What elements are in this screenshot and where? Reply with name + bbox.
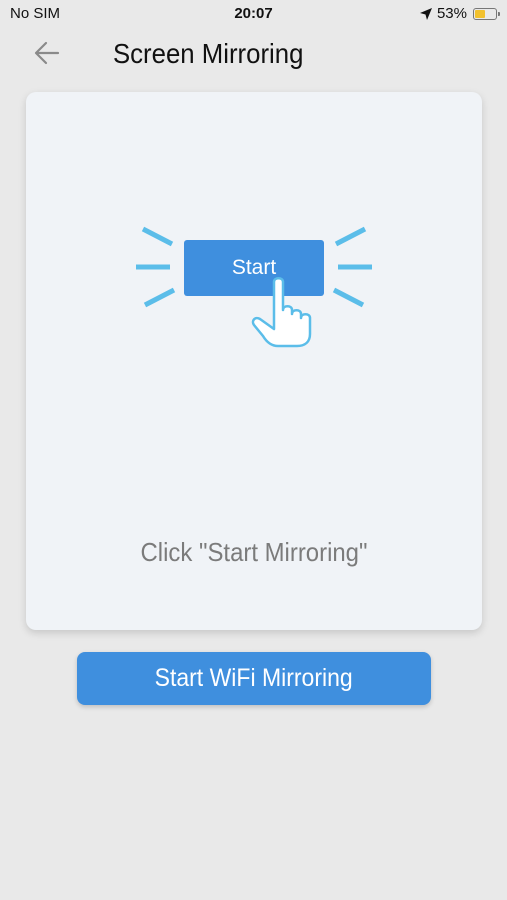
- start-wifi-mirroring-label: Start WiFi Mirroring: [154, 664, 354, 692]
- instruction-text: Click "Start Mirroring": [140, 537, 368, 567]
- status-right-group: 53%: [419, 5, 500, 22]
- arrow-left-icon: [34, 41, 60, 65]
- page-title: Screen Mirroring: [113, 38, 304, 69]
- battery-percent: 53%: [436, 5, 467, 22]
- location-arrow-icon: [419, 7, 432, 20]
- battery-tip: [498, 11, 500, 16]
- tap-hand-icon: [251, 277, 312, 348]
- instruction-card: Start Click "Start Mirroring": [26, 92, 482, 630]
- battery-fill: [475, 9, 485, 18]
- start-wifi-mirroring-button[interactable]: Start WiFi Mirroring: [77, 652, 431, 705]
- nav-bar: Screen Mirroring: [0, 28, 507, 78]
- status-bar: No SIM 20:07 53%: [0, 0, 507, 28]
- ray-lines-icon: [136, 226, 372, 348]
- back-button[interactable]: [32, 38, 62, 68]
- start-illustration: Start: [134, 224, 374, 354]
- battery-icon: [473, 7, 500, 20]
